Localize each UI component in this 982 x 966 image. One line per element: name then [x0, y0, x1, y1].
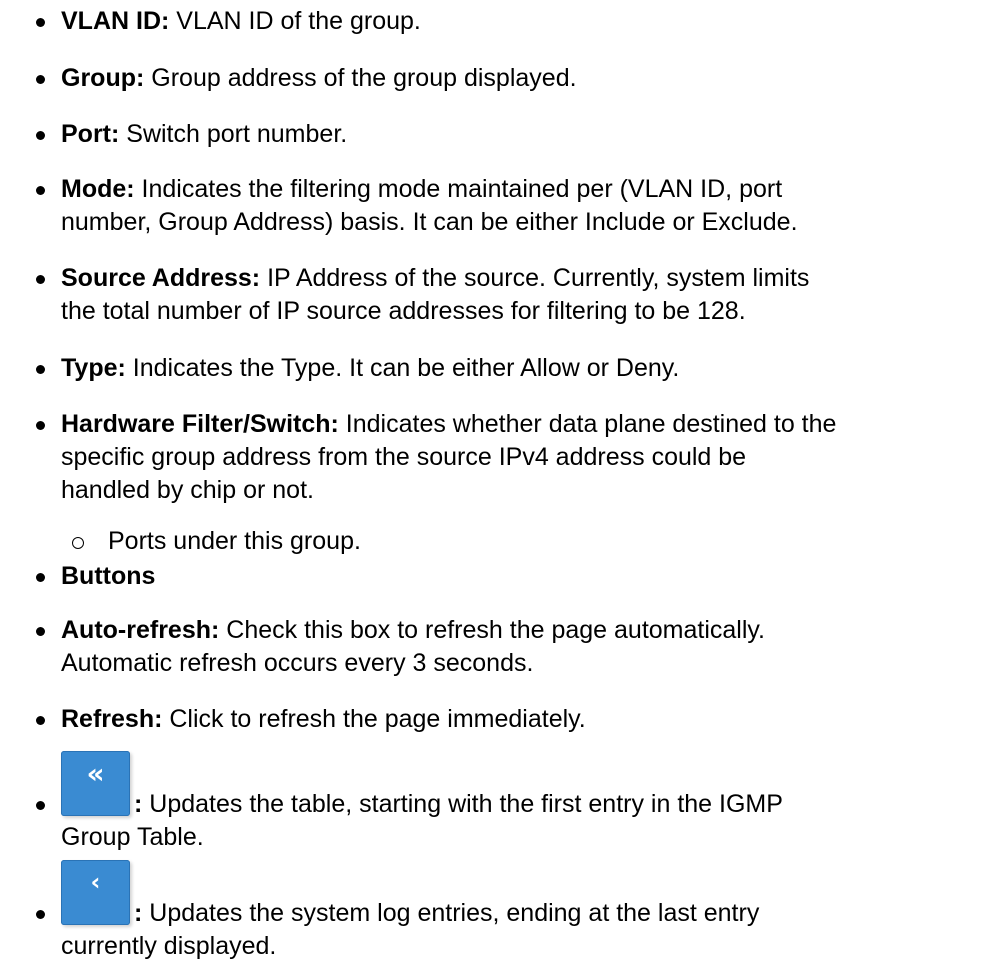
item-text: Mode: Indicates the filtering mode maint…: [61, 173, 961, 239]
term-description: Indicates the filtering mode maintained …: [134, 175, 783, 203]
term-description: Indicates whether data plane destined to…: [338, 410, 837, 438]
term-description: Updates the table, starting with the fir…: [142, 790, 783, 818]
item-line: Auto-refresh: Check this box to refresh …: [61, 614, 961, 647]
bullet: [36, 627, 45, 636]
item-text: : Updates the system log entries, ending…: [134, 897, 964, 930]
item-line: handled by chip or not.: [61, 476, 314, 504]
term-description: Check this box to refresh the page autom…: [219, 616, 765, 644]
term-description: Switch port number.: [119, 120, 348, 148]
term-label: Type:: [61, 354, 126, 382]
item-text: Refresh: Click to refresh the page immed…: [61, 703, 961, 736]
term-description: Indicates the Type. It can be either All…: [125, 354, 680, 382]
bullet: [36, 186, 45, 195]
item-text: Auto-refresh: Check this box to refresh …: [61, 614, 961, 680]
bullet: [36, 131, 45, 140]
bullet: [36, 275, 45, 284]
item-text: VLAN ID: VLAN ID of the group.: [61, 5, 961, 38]
item-line: number, Group Address) basis. It can be …: [61, 208, 798, 236]
sub-item-text: Ports under this group.: [108, 527, 361, 555]
term-label: Mode:: [61, 175, 135, 203]
buttons-heading: Buttons: [61, 562, 156, 590]
item-text: : Updates the table, starting with the f…: [134, 788, 964, 821]
term-label: Refresh:: [61, 705, 163, 733]
item-line: Mode: Indicates the filtering mode maint…: [61, 173, 961, 206]
bullet: [36, 365, 45, 374]
item-text: Port: Switch port number.: [61, 118, 961, 151]
term-description: Updates the system log entries, ending a…: [142, 899, 760, 927]
term-label: Auto-refresh:: [61, 616, 220, 644]
chevron-left-icon: ‹: [90, 868, 101, 896]
term-label: Group:: [61, 64, 145, 92]
double-chevron-left-icon: «: [86, 757, 105, 790]
term-label: Source Address:: [61, 264, 261, 292]
item-line: Source Address: IP Address of the source…: [61, 262, 961, 295]
term-description: Group address of the group displayed.: [144, 64, 577, 92]
previous-page-button[interactable]: ‹: [61, 860, 130, 925]
term-label: VLAN ID:: [61, 7, 170, 35]
bullet: [36, 18, 45, 27]
item-line: currently displayed.: [61, 932, 277, 960]
term-description: Click to refresh the page immediately.: [162, 705, 586, 733]
item-line: Group Table.: [61, 823, 204, 851]
item-text: Type: Indicates the Type. It can be eith…: [61, 352, 961, 385]
bullet: [36, 573, 45, 582]
term-label: Hardware Filter/Switch:: [61, 410, 339, 438]
item-text: Hardware Filter/Switch: Indicates whethe…: [61, 408, 961, 507]
hollow-bullet: [72, 537, 84, 549]
term-description: VLAN ID of the group.: [169, 7, 421, 35]
bullet: [36, 801, 45, 810]
bullet: [36, 910, 45, 919]
term-description: IP Address of the source. Currently, sys…: [260, 264, 810, 292]
first-page-button[interactable]: «: [61, 751, 130, 816]
item-line: Hardware Filter/Switch: Indicates whethe…: [61, 408, 961, 441]
bullet: [36, 75, 45, 84]
item-line: specific group address from the source I…: [61, 443, 747, 471]
term-label: Port:: [61, 120, 120, 148]
item-text: Source Address: IP Address of the source…: [61, 262, 961, 328]
item-line: Automatic refresh occurs every 3 seconds…: [61, 649, 534, 677]
bullet: [36, 421, 45, 430]
bullet: [36, 716, 45, 725]
item-line: the total number of IP source addresses …: [61, 297, 746, 325]
item-text: Group: Group address of the group displa…: [61, 62, 961, 95]
